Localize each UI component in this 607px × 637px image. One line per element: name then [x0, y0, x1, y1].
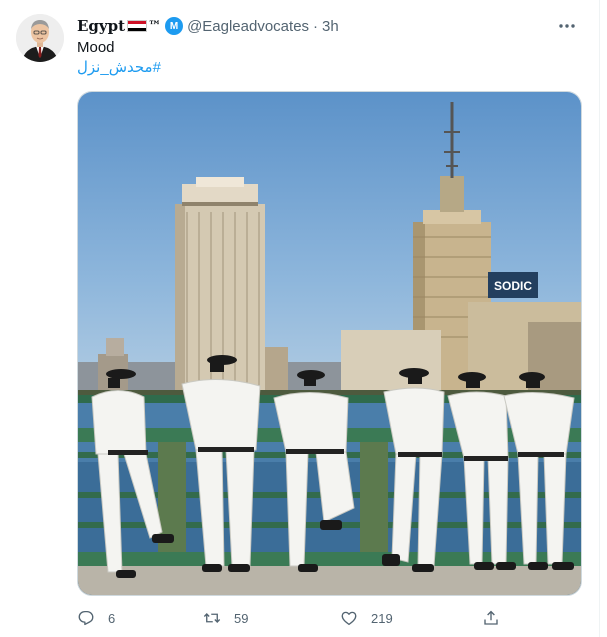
- share-icon: [484, 610, 498, 625]
- tweet-hashtag[interactable]: #محدش_نزل: [77, 58, 161, 78]
- reply-button[interactable]: 6: [77, 609, 115, 627]
- tweet-timestamp[interactable]: 3h: [322, 18, 339, 35]
- tweet-card[interactable]: Egypt ™ M @Eagleadvocates · 3h Mood #محد…: [0, 0, 600, 637]
- author-name[interactable]: Egypt ™: [77, 17, 161, 35]
- billboard-text: SODIC: [494, 279, 532, 293]
- heart-icon: [341, 611, 357, 626]
- tweet-header: Egypt ™ M @Eagleadvocates · 3h: [77, 15, 579, 37]
- retweet-button[interactable]: 59: [203, 609, 248, 627]
- tweet-text: Mood: [77, 39, 115, 56]
- more-icon[interactable]: [555, 15, 579, 37]
- egypt-flag-icon: [127, 20, 148, 32]
- verified-badge-icon: M: [165, 17, 184, 35]
- like-count: 219: [371, 610, 393, 626]
- retweet-count: 59: [234, 610, 249, 626]
- trademark-symbol: ™: [148, 18, 162, 34]
- retweet-icon: [203, 612, 221, 624]
- like-button[interactable]: 219: [340, 609, 393, 627]
- tweet-photo[interactable]: SODIC: [77, 91, 582, 596]
- author-name-text: Egypt: [77, 17, 126, 35]
- author-handle[interactable]: @Eagleadvocates: [187, 18, 309, 35]
- separator-dot: ·: [313, 17, 319, 35]
- reply-count: 6: [108, 610, 116, 626]
- share-button[interactable]: [482, 609, 500, 627]
- reply-icon: [78, 610, 94, 626]
- tweet-actions: 6 59 219: [77, 606, 507, 630]
- avatar[interactable]: [16, 14, 64, 62]
